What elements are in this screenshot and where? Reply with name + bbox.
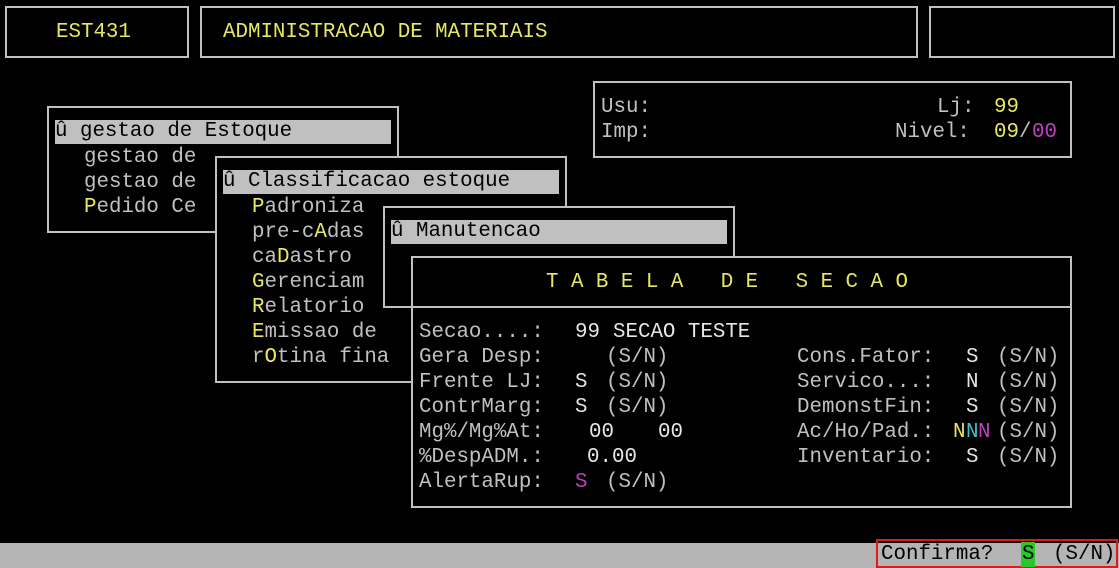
menu-item[interactable]: gestao de bbox=[84, 170, 196, 195]
nivel-value-b: 00 bbox=[1032, 121, 1057, 144]
secao-label: Secao....: bbox=[419, 321, 544, 344]
acho-hint: (S/N) bbox=[997, 421, 1060, 444]
contrmarg-label: ContrMarg: bbox=[419, 396, 544, 419]
mg-label: Mg%/Mg%At: bbox=[419, 421, 544, 444]
program-code: EST431 bbox=[56, 21, 131, 44]
alerta-input[interactable]: S bbox=[575, 470, 587, 495]
frente-lj-input[interactable]: S bbox=[575, 370, 587, 395]
cons-fator-label: Cons.Fator: bbox=[797, 346, 935, 369]
menu-item[interactable]: pre-cAdas bbox=[252, 220, 364, 245]
acho-input-2[interactable]: N bbox=[966, 420, 978, 445]
secao-form: T A B E L A D E S E C A O Secao....: 99 … bbox=[411, 256, 1072, 508]
demonstfin-hint: (S/N) bbox=[997, 396, 1060, 419]
despadm-label: %DespADM.: bbox=[419, 446, 544, 469]
mg-input-2[interactable]: 00 bbox=[658, 420, 683, 445]
nivel-separator: / bbox=[1019, 121, 1032, 144]
imp-label: Imp: bbox=[601, 121, 651, 144]
acho-input-1[interactable]: N bbox=[953, 420, 965, 445]
servico-hint: (S/N) bbox=[997, 371, 1060, 394]
mg-input-1[interactable]: 00 bbox=[589, 420, 614, 445]
frente-lj-hint: (S/N) bbox=[606, 371, 669, 394]
form-title-divider bbox=[413, 306, 1070, 308]
menu-item[interactable]: Emissao de bbox=[252, 320, 377, 345]
nivel-value-a: 09 bbox=[994, 121, 1019, 144]
menu-item[interactable]: caDastro bbox=[252, 245, 352, 270]
secao-code-input[interactable]: 99 bbox=[575, 320, 600, 345]
menu-manutencao-selected[interactable]: û Manutencao bbox=[391, 220, 727, 244]
form-title: T A B E L A D E S E C A O bbox=[546, 271, 908, 294]
servico-input[interactable]: N bbox=[966, 370, 978, 395]
gera-desp-hint: (S/N) bbox=[606, 346, 669, 369]
menu-classificacao-selected[interactable]: û Classificacao estoque bbox=[223, 170, 559, 194]
program-code-box: EST431 bbox=[5, 6, 189, 58]
despadm-input[interactable]: 0.00 bbox=[587, 445, 637, 470]
cons-fator-hint: (S/N) bbox=[997, 346, 1060, 369]
confirm-hint: (S/N) bbox=[1053, 543, 1116, 566]
confirm-label: Confirma? bbox=[881, 543, 994, 566]
demonstfin-input[interactable]: S bbox=[966, 395, 978, 420]
menu-estoque-selected[interactable]: û gestao de Estoque bbox=[55, 120, 391, 144]
contrmarg-hint: (S/N) bbox=[606, 396, 669, 419]
contrmarg-input[interactable]: S bbox=[575, 395, 587, 420]
system-title-box: ADMINISTRACAO DE MATERIAIS bbox=[200, 6, 918, 58]
menu-item[interactable]: Relatorio bbox=[252, 295, 364, 320]
frente-lj-label: Frente LJ: bbox=[419, 371, 544, 394]
menu-item[interactable]: Gerenciam bbox=[252, 270, 364, 295]
user-info-panel: Usu: Imp: Lj: 99 Nivel: 09 / 00 bbox=[593, 81, 1072, 158]
inventario-input[interactable]: S bbox=[966, 445, 978, 470]
alerta-label: AlertaRup: bbox=[419, 471, 544, 494]
menu-item[interactable]: Padroniza bbox=[252, 195, 364, 220]
usu-label: Usu: bbox=[601, 96, 651, 119]
nivel-label: Nivel: bbox=[895, 121, 970, 144]
acho-input-3[interactable]: N bbox=[978, 420, 990, 445]
acho-label: Ac/Ho/Pad.: bbox=[797, 421, 935, 444]
inventario-hint: (S/N) bbox=[997, 446, 1060, 469]
alerta-hint: (S/N) bbox=[606, 471, 669, 494]
lj-value: 99 bbox=[994, 96, 1019, 119]
gera-desp-label: Gera Desp: bbox=[419, 346, 544, 369]
system-title: ADMINISTRACAO DE MATERIAIS bbox=[223, 21, 548, 44]
confirm-prompt[interactable]: Confirma? S (S/N) bbox=[876, 539, 1118, 568]
menu-item[interactable]: rOtina fina bbox=[252, 345, 389, 370]
demonstfin-label: DemonstFin: bbox=[797, 396, 935, 419]
menu-item[interactable]: Pedido Ce bbox=[84, 195, 196, 220]
header-right-box bbox=[929, 6, 1115, 58]
inventario-label: Inventario: bbox=[797, 446, 935, 469]
confirm-input[interactable]: S bbox=[1021, 542, 1036, 567]
menu-item[interactable]: gestao de bbox=[84, 145, 196, 170]
servico-label: Servico...: bbox=[797, 371, 935, 394]
cons-fator-input[interactable]: S bbox=[966, 345, 978, 370]
lj-label: Lj: bbox=[937, 96, 975, 119]
secao-name-input[interactable]: SECAO TESTE bbox=[613, 320, 750, 345]
